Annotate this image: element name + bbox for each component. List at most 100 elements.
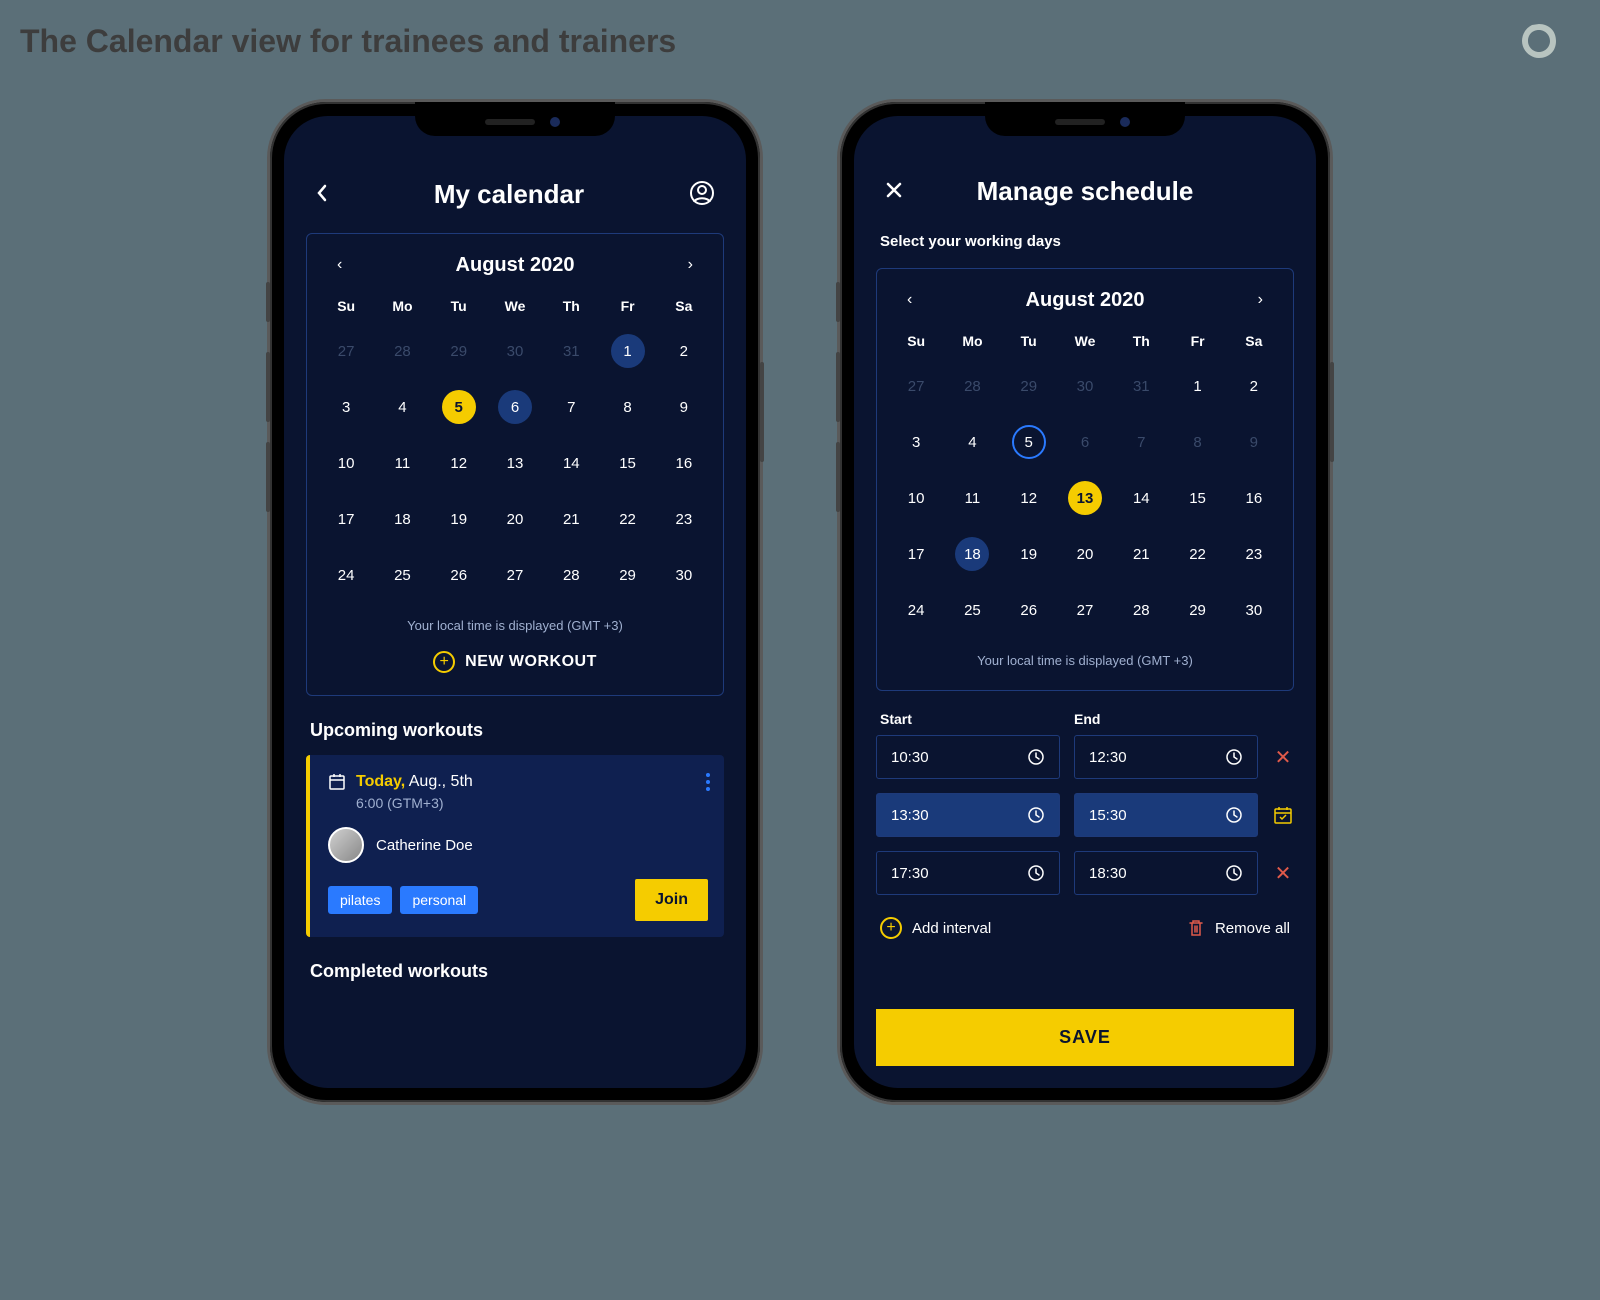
add-interval-button[interactable]: + Add interval	[880, 917, 991, 939]
calendar-day[interactable]: 19	[1004, 529, 1054, 579]
calendar-day[interactable]: 15	[1172, 473, 1222, 523]
calendar-day[interactable]: 23	[659, 494, 709, 544]
calendar-day[interactable]: 28	[377, 326, 427, 376]
prev-month-button[interactable]: ‹	[899, 287, 920, 313]
calendar-day[interactable]: 11	[377, 438, 427, 488]
add-interval-label: Add interval	[912, 920, 991, 937]
calendar-day[interactable]: 28	[1116, 585, 1166, 635]
end-time-input[interactable]: 15:30	[1074, 793, 1258, 837]
screen-title: Manage schedule	[977, 176, 1194, 207]
start-time-input[interactable]: 13:30	[876, 793, 1060, 837]
calendar-day[interactable]: 15	[602, 438, 652, 488]
calendar-day[interactable]: 13	[490, 438, 540, 488]
calendar-day[interactable]: 24	[321, 550, 371, 600]
calendar-day[interactable]: 5	[1004, 417, 1054, 467]
next-month-button[interactable]: ›	[1250, 287, 1271, 313]
card-more-button[interactable]	[706, 773, 710, 791]
calendar-day[interactable]: 21	[1116, 529, 1166, 579]
calendar-day[interactable]: 10	[321, 438, 371, 488]
calendar-day[interactable]: 1	[602, 326, 652, 376]
calendar-day[interactable]: 27	[490, 550, 540, 600]
prev-month-button[interactable]: ‹	[329, 252, 350, 278]
calendar-day[interactable]: 20	[490, 494, 540, 544]
calendar-day[interactable]: 31	[546, 326, 596, 376]
calendar-day[interactable]: 7	[546, 382, 596, 432]
calendar-day[interactable]: 11	[947, 473, 997, 523]
calendar-day[interactable]: 16	[659, 438, 709, 488]
calendar-day[interactable]: 22	[1172, 529, 1222, 579]
calendar-day[interactable]: 2	[1229, 361, 1279, 411]
calendar-day[interactable]: 29	[434, 326, 484, 376]
calendar-day[interactable]: 27	[1060, 585, 1110, 635]
calendar-day[interactable]: 13	[1060, 473, 1110, 523]
calendar-day[interactable]: 19	[434, 494, 484, 544]
interval-calendar-button[interactable]	[1272, 805, 1294, 825]
calendar-day[interactable]: 26	[1004, 585, 1054, 635]
calendar-day[interactable]: 8	[1172, 417, 1222, 467]
calendar-day[interactable]: 6	[490, 382, 540, 432]
start-time-input[interactable]: 10:30	[876, 735, 1060, 779]
calendar-day[interactable]: 25	[947, 585, 997, 635]
remove-all-button[interactable]: Remove all	[1187, 917, 1290, 939]
calendar-day[interactable]: 18	[947, 529, 997, 579]
calendar-day[interactable]: 29	[602, 550, 652, 600]
calendar-day[interactable]: 23	[1229, 529, 1279, 579]
save-button[interactable]: SAVE	[876, 1009, 1294, 1066]
calendar-day[interactable]: 17	[891, 529, 941, 579]
calendar-day[interactable]: 3	[321, 382, 371, 432]
calendar-day[interactable]: 10	[891, 473, 941, 523]
end-time-input[interactable]: 12:30	[1074, 735, 1258, 779]
calendar-day[interactable]: 4	[377, 382, 427, 432]
end-time-input[interactable]: 18:30	[1074, 851, 1258, 895]
calendar-day[interactable]: 9	[1229, 417, 1279, 467]
calendar-day[interactable]: 6	[1060, 417, 1110, 467]
calendar-day[interactable]: 16	[1229, 473, 1279, 523]
clock-icon	[1225, 748, 1243, 766]
calendar-day[interactable]: 7	[1116, 417, 1166, 467]
calendar-day[interactable]: 24	[891, 585, 941, 635]
calendar-day[interactable]: 27	[321, 326, 371, 376]
calendar-day[interactable]: 28	[947, 361, 997, 411]
calendar-day[interactable]: 3	[891, 417, 941, 467]
calendar-day[interactable]: 12	[1004, 473, 1054, 523]
calendar-day[interactable]: 30	[1060, 361, 1110, 411]
calendar-day[interactable]: 30	[1229, 585, 1279, 635]
calendar-day[interactable]: 28	[546, 550, 596, 600]
calendar-day[interactable]: 20	[1060, 529, 1110, 579]
calendar-day[interactable]: 12	[434, 438, 484, 488]
calendar-day[interactable]: 26	[434, 550, 484, 600]
calendar-day[interactable]: 5	[434, 382, 484, 432]
clock-icon	[1027, 864, 1045, 882]
close-button[interactable]	[881, 177, 907, 206]
calendar-dow: Tu	[434, 292, 484, 320]
remove-interval-button[interactable]: ✕	[1272, 745, 1294, 770]
workout-date: Aug., 5th	[405, 773, 473, 790]
remove-interval-button[interactable]: ✕	[1272, 861, 1294, 886]
join-button[interactable]: Join	[635, 879, 708, 921]
new-workout-button[interactable]: + NEW WORKOUT	[321, 651, 709, 673]
calendar-day[interactable]: 25	[377, 550, 427, 600]
next-month-button[interactable]: ›	[680, 252, 701, 278]
month-label: August 2020	[1026, 289, 1145, 312]
calendar-day[interactable]: 14	[1116, 473, 1166, 523]
profile-button[interactable]	[685, 176, 719, 213]
start-time-input[interactable]: 17:30	[876, 851, 1060, 895]
calendar-day[interactable]: 29	[1004, 361, 1054, 411]
calendar-day[interactable]: 30	[659, 550, 709, 600]
calendar-day[interactable]: 27	[891, 361, 941, 411]
calendar-day[interactable]: 29	[1172, 585, 1222, 635]
calendar-day[interactable]: 17	[321, 494, 371, 544]
clock-icon	[1027, 748, 1045, 766]
calendar-day[interactable]: 14	[546, 438, 596, 488]
calendar-day[interactable]: 8	[602, 382, 652, 432]
calendar-day[interactable]: 2	[659, 326, 709, 376]
calendar-day[interactable]: 22	[602, 494, 652, 544]
calendar-day[interactable]: 21	[546, 494, 596, 544]
calendar-day[interactable]: 1	[1172, 361, 1222, 411]
calendar-day[interactable]: 30	[490, 326, 540, 376]
back-button[interactable]	[311, 180, 333, 209]
calendar-day[interactable]: 9	[659, 382, 709, 432]
calendar-day[interactable]: 31	[1116, 361, 1166, 411]
calendar-day[interactable]: 4	[947, 417, 997, 467]
calendar-day[interactable]: 18	[377, 494, 427, 544]
